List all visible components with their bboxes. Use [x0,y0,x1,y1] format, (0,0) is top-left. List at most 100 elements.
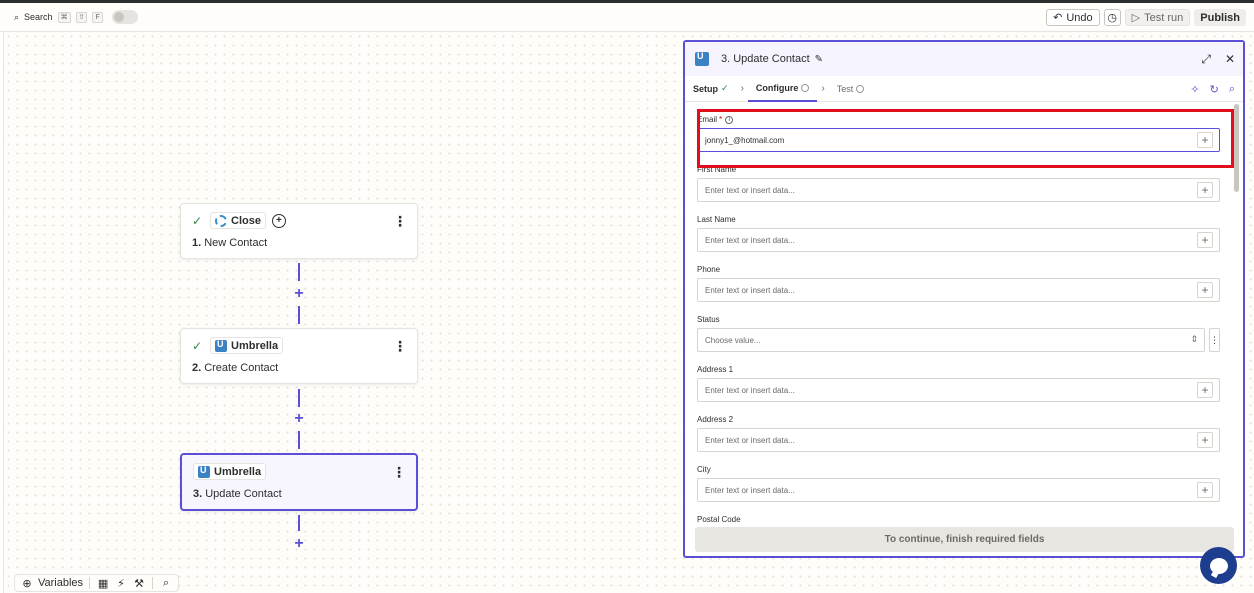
scrollbar[interactable] [1234,104,1239,192]
panel-tabs: Setup ✓ › Configure › Test ✧ ↻ ⌕ [685,76,1243,102]
more-vertical-icon[interactable]: ⋮ [1209,328,1220,352]
panel-title[interactable]: 3. Update Contact [721,53,810,65]
input-placeholder: Enter text or insert data... [705,435,795,445]
field-label: Last Name [697,215,736,224]
last-name-input[interactable]: Enter text or insert data... + [697,228,1220,252]
step-card-1[interactable]: ✓ Close + 1. New Contact ⋮ [180,203,418,259]
expand-icon[interactable]: ⤢ [1201,52,1211,67]
search-icon[interactable]: ⌕ [14,12,19,23]
phone-input[interactable]: Enter text or insert data... + [697,278,1220,302]
play-icon: ▷ [1131,12,1141,24]
field-label: Status [697,315,720,324]
field-address-2: Address 2 Enter text or insert data... + [697,415,1223,452]
variables-button[interactable]: Variables [38,577,83,589]
chevron-right-icon: › [740,83,744,94]
close-icon[interactable]: ✕ [1225,52,1235,67]
field-label: Address 2 [697,415,734,424]
app-chip: Umbrella [193,463,267,480]
globe-icon[interactable]: ⊕ [20,577,34,590]
tab-label: Configure [755,82,799,93]
field-last-name: Last Name Enter text or insert data... + [697,215,1223,252]
history-button[interactable]: ◷ [1103,9,1121,26]
apps-icon[interactable]: ▦ [96,577,110,590]
app-chip: Umbrella [210,337,284,354]
test-run-label: Test run [1144,11,1184,24]
continue-button[interactable]: To continue, finish required fields [695,527,1234,552]
first-name-input[interactable]: Enter text or insert data... + [697,178,1220,202]
step-card-2[interactable]: ✓ Umbrella 2.Create Contact ⋮ [180,328,418,384]
city-input[interactable]: Enter text or insert data... + [697,478,1220,502]
insert-data-icon[interactable]: + [1197,482,1213,498]
field-label: Phone [697,265,721,274]
search-label[interactable]: Search [24,12,53,22]
app-name: Close [231,214,261,227]
chevron-right-icon: › [821,83,825,94]
field-phone: Phone Enter text or insert data... + [697,265,1223,302]
connector-line [298,389,300,407]
refresh-icon[interactable]: ↻ [1210,83,1219,96]
bottom-toolbar: ⊕ Variables ▦ ⚡ ⚒ ⌕ [14,574,180,592]
status-select[interactable]: Choose value... ⇕ [697,328,1205,352]
undo-button[interactable]: ↶ Undo [1046,9,1100,26]
search-area[interactable]: ⌕ Search ⌘ ⇧ F [14,10,138,24]
lightning-icon[interactable]: ⚡ [114,577,128,590]
add-step-icon[interactable]: + [292,536,306,552]
top-actions: ↶ Undo ◷ ▷ Test run Publish [1046,9,1246,26]
field-label: Address 1 [697,365,734,374]
check-icon: ✓ [192,213,203,228]
search-icon[interactable]: ⌕ [1229,83,1235,96]
history-icon: ◷ [1107,12,1117,24]
divider [152,577,154,589]
chat-button[interactable] [1200,547,1237,584]
address-2-input[interactable]: Enter text or insert data... + [697,428,1220,452]
umbrella-app-icon [215,339,227,352]
select-placeholder: Choose value... [705,335,761,345]
insert-data-icon[interactable]: + [1197,282,1213,298]
publish-button[interactable]: Publish [1194,9,1246,26]
highlight-box [697,109,1234,168]
connector-line [298,263,300,281]
insert-data-icon[interactable]: + [1197,382,1213,398]
tab-test[interactable]: Test [829,76,873,102]
connector-line [298,515,300,531]
address-1-input[interactable]: Enter text or insert data... + [697,378,1220,402]
search-icon[interactable]: ⌕ [159,577,173,590]
chat-icon [1209,557,1228,574]
field-status: Status Choose value... ⇕ ⋮ [697,315,1223,352]
test-run-button[interactable]: ▷ Test run [1124,9,1191,26]
step-title: 2. Create Contact [192,362,278,374]
step-card-3[interactable]: Umbrella 3.Update Contact ⋮ [180,453,418,511]
ai-sparkle-icon[interactable]: ✧ [1190,83,1199,96]
add-step-icon[interactable]: + [292,411,306,427]
shortcut-key: ⌘ [57,11,71,23]
insert-data-icon[interactable]: + [1197,432,1213,448]
insert-data-icon[interactable]: + [1197,232,1213,248]
pencil-icon[interactable]: ✎ [815,54,823,65]
status-circle-icon [856,84,865,93]
field-label: City [697,465,711,474]
shortcut-key: F [92,11,103,23]
undo-label: Undo [1066,11,1093,24]
up-down-chevron-icon: ⇕ [1190,334,1198,344]
more-vertical-icon[interactable]: ⋮ [392,465,406,479]
input-placeholder: Enter text or insert data... [705,285,795,295]
tab-setup[interactable]: Setup ✓ [685,76,737,102]
toggle-switch[interactable] [111,10,138,24]
connector-line [298,431,300,449]
panel-header: 3. Update Contact ✎ ⤢ ✕ [685,42,1243,76]
step-title: 1. New Contact [192,237,267,249]
check-icon: ✓ [192,338,203,353]
more-vertical-icon[interactable]: ⋮ [393,214,407,228]
wrench-icon[interactable]: ⚒ [132,577,146,590]
tab-configure[interactable]: Configure [747,76,818,102]
add-step-icon[interactable]: + [292,286,306,302]
field-postal-code: Postal Code [697,515,1223,523]
input-placeholder: Enter text or insert data... [705,185,795,195]
insert-data-icon[interactable]: + [1197,182,1213,198]
input-placeholder: Enter text or insert data... [705,385,795,395]
umbrella-app-icon [695,51,709,66]
add-circle-icon[interactable]: + [271,213,286,228]
more-vertical-icon[interactable]: ⋮ [393,339,407,353]
connector-line [298,306,300,324]
umbrella-app-icon [198,465,210,478]
